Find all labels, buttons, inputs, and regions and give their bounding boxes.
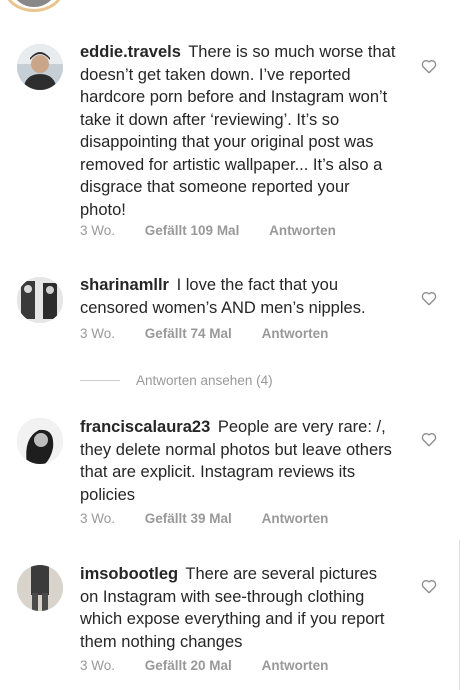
avatar[interactable] bbox=[17, 44, 63, 90]
reply-button[interactable]: Antworten bbox=[262, 511, 329, 526]
avatar[interactable] bbox=[17, 277, 63, 323]
comment-username[interactable]: sharinamllr bbox=[80, 276, 169, 294]
comment-text: sharinamllr I love the fact that you cen… bbox=[80, 274, 398, 319]
comment-username[interactable]: eddie.travels bbox=[80, 43, 181, 61]
view-replies-button[interactable]: Antworten ansehen (4) bbox=[80, 370, 273, 390]
comment-body: There is so much worse that doesn’t get … bbox=[80, 43, 396, 219]
avatar-eddie-icon bbox=[17, 44, 63, 90]
comment-text: eddie.travels There is so much worse tha… bbox=[80, 41, 398, 221]
heart-outline-icon bbox=[421, 60, 437, 74]
comment-time[interactable]: 3 Wo. bbox=[80, 658, 115, 673]
heart-outline-icon bbox=[421, 433, 437, 447]
comment-text: franciscalaura23 People are very rare: /… bbox=[80, 416, 398, 506]
like-button[interactable] bbox=[420, 577, 438, 595]
avatar-sharina-icon bbox=[17, 277, 63, 323]
avatar[interactable] bbox=[17, 418, 63, 464]
avatar[interactable] bbox=[17, 565, 63, 611]
like-button[interactable] bbox=[420, 289, 438, 307]
story-avatar[interactable] bbox=[4, 0, 64, 12]
comment-time[interactable]: 3 Wo. bbox=[80, 326, 115, 341]
comment-meta: 3 Wo. Gefällt 109 Mal Antworten bbox=[80, 223, 362, 238]
comment-text: imsobootleg There are several pictures o… bbox=[80, 563, 398, 653]
heart-outline-icon bbox=[421, 292, 437, 306]
avatar-francisca-icon bbox=[17, 418, 63, 464]
comment-username[interactable]: imsobootleg bbox=[80, 565, 178, 583]
comment-likes[interactable]: Gefällt 39 Mal bbox=[145, 511, 232, 526]
comment-username[interactable]: franciscalaura23 bbox=[80, 418, 210, 436]
comment-meta: 3 Wo. Gefällt 74 Mal Antworten bbox=[80, 326, 354, 341]
comment-time[interactable]: 3 Wo. bbox=[80, 511, 115, 526]
comment-likes[interactable]: Gefällt 74 Mal bbox=[145, 326, 232, 341]
reply-button[interactable]: Antworten bbox=[262, 326, 329, 341]
comment-meta: 3 Wo. Gefällt 39 Mal Antworten bbox=[80, 511, 354, 526]
avatar-imsobootleg-icon bbox=[17, 565, 63, 611]
comment-likes[interactable]: Gefällt 109 Mal bbox=[145, 223, 240, 238]
comment-meta: 3 Wo. Gefällt 20 Mal Antworten bbox=[80, 658, 354, 673]
comment-likes[interactable]: Gefällt 20 Mal bbox=[145, 658, 232, 673]
like-button[interactable] bbox=[420, 430, 438, 448]
divider bbox=[80, 379, 120, 381]
reply-button[interactable]: Antworten bbox=[269, 223, 336, 238]
reply-button[interactable]: Antworten bbox=[262, 658, 329, 673]
like-button[interactable] bbox=[420, 57, 438, 75]
view-replies-label: Antworten ansehen (4) bbox=[136, 372, 273, 388]
heart-outline-icon bbox=[421, 580, 437, 594]
scrollbar[interactable] bbox=[459, 540, 463, 690]
comment-time[interactable]: 3 Wo. bbox=[80, 223, 115, 238]
